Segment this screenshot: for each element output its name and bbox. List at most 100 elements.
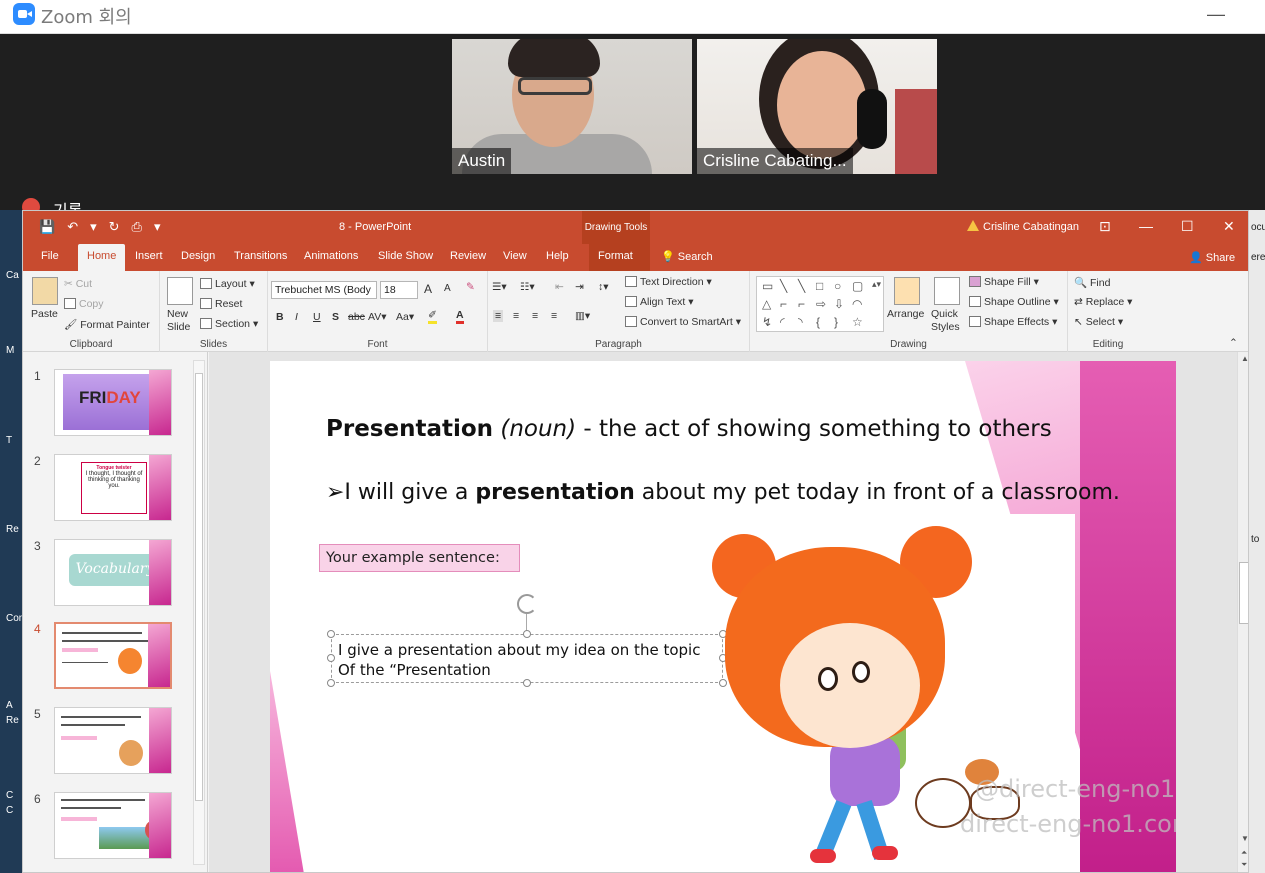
definition-line[interactable]: Presentation (noun) - the act of showing… — [326, 416, 1052, 442]
desktop-icon-label[interactable]: Ca — [6, 270, 19, 281]
layout-button[interactable]: Layout ▾ — [200, 278, 255, 290]
shape-outline-button[interactable]: Shape Outline ▾ — [969, 296, 1059, 308]
brace-shape-icon[interactable]: } — [834, 315, 838, 329]
tab-slide-show[interactable]: Slide Show — [378, 250, 433, 262]
undo-dropdown-icon[interactable]: ▾ — [90, 219, 97, 235]
tab-view[interactable]: View — [503, 250, 527, 262]
desktop-icon-label[interactable]: Re — [6, 524, 19, 535]
numbering-icon[interactable]: ☷▾ — [520, 281, 535, 293]
minimize-button[interactable]: — — [1139, 218, 1153, 234]
line-shape-icon[interactable]: ╲ — [780, 279, 787, 293]
example-line[interactable]: ➢I will give a presentation about my pet… — [326, 480, 1120, 505]
rectangle-shape-icon[interactable]: □ — [816, 279, 823, 293]
paste-icon[interactable] — [32, 277, 58, 305]
scroll-up-icon[interactable]: ▲ — [1241, 354, 1248, 363]
find-button[interactable]: 🔍 Find — [1074, 276, 1110, 289]
right-arrow-shape-icon[interactable]: ⇨ — [816, 297, 826, 311]
slide-thumbnail-1[interactable]: FRIDAY — [54, 369, 172, 436]
search-box[interactable]: 💡 Search — [661, 250, 713, 263]
align-left-icon[interactable]: ≡ — [493, 310, 504, 322]
text-direction-button[interactable]: Text Direction ▾ — [625, 276, 712, 288]
rounded-rect-shape-icon[interactable]: ▢ — [852, 279, 863, 293]
arc-shape-icon[interactable]: ◝ — [798, 315, 803, 329]
star-shape-icon[interactable]: ☆ — [852, 315, 863, 329]
video-tile-crisline[interactable]: Crisline Cabating... — [697, 39, 937, 174]
curve-shape-icon[interactable]: ◠ — [852, 297, 862, 311]
clear-formatting-icon[interactable]: ✎ — [466, 281, 475, 293]
tab-design[interactable]: Design — [181, 250, 215, 262]
character-spacing-button[interactable]: AV▾ — [368, 311, 387, 323]
align-text-button[interactable]: Align Text ▾ — [625, 296, 694, 308]
shape-effects-button[interactable]: Shape Effects ▾ — [969, 316, 1057, 328]
desktop-icon-label[interactable]: C — [6, 805, 13, 816]
tab-transitions[interactable]: Transitions — [234, 250, 287, 262]
select-button[interactable]: ↖ Select ▾ — [1074, 316, 1123, 328]
align-center-icon[interactable]: ≡ — [513, 310, 519, 322]
oval-shape-icon[interactable]: ○ — [834, 279, 841, 293]
triangle-shape-icon[interactable]: △ — [762, 297, 771, 311]
tab-insert[interactable]: Insert — [135, 250, 163, 262]
next-slide-icon[interactable]: ⏷ — [1241, 860, 1247, 870]
arrange-button[interactable]: Arrange — [887, 308, 924, 320]
change-case-button[interactable]: Aa▾ — [396, 311, 414, 323]
new-slide-icon[interactable] — [167, 277, 193, 305]
decrease-indent-icon[interactable]: ⇤ — [555, 281, 564, 293]
video-tile-austin[interactable]: Austin — [452, 39, 692, 174]
scroll-down-icon[interactable]: ▼ — [1241, 834, 1248, 843]
redo-icon[interactable]: ↻ — [109, 219, 120, 235]
italic-button[interactable]: I — [295, 311, 298, 323]
down-arrow-shape-icon[interactable]: ⇩ — [834, 297, 844, 311]
resize-handle[interactable] — [327, 630, 335, 638]
maximize-button[interactable]: ☐ — [1181, 218, 1194, 235]
copy-button[interactable]: Copy — [64, 298, 104, 310]
text-shadow-button[interactable]: S — [332, 311, 339, 323]
section-button[interactable]: Section ▾ — [200, 318, 258, 330]
font-color-icon[interactable]: A — [456, 309, 464, 324]
format-painter-button[interactable]: 🖌 Format Painter — [64, 318, 150, 331]
customize-qat-icon[interactable]: ▾ — [154, 219, 161, 235]
thumbnail-scrollbar[interactable] — [193, 360, 205, 865]
font-name-select[interactable]: Trebuchet MS (Body — [271, 281, 377, 299]
replace-button[interactable]: ⇄ Replace ▾ — [1074, 296, 1132, 308]
line-spacing-icon[interactable]: ↕▾ — [598, 281, 609, 293]
resize-handle[interactable] — [523, 630, 531, 638]
strikethrough-button[interactable]: abc — [348, 311, 365, 323]
share-button[interactable]: 👤 Share — [1189, 251, 1235, 264]
align-right-icon[interactable]: ≡ — [532, 310, 538, 322]
desktop-icon-label[interactable]: T — [6, 435, 12, 446]
resize-handle[interactable] — [719, 679, 727, 687]
tab-format[interactable]: Format — [589, 244, 650, 271]
gallery-scroll-icon[interactable]: ▴▾ — [872, 279, 881, 290]
shrink-font-button[interactable]: A — [444, 283, 451, 294]
line-shape-icon[interactable]: ╲ — [798, 279, 805, 293]
save-icon[interactable]: 💾 — [39, 219, 55, 235]
bold-button[interactable]: B — [276, 311, 284, 323]
brace-shape-icon[interactable]: { — [816, 315, 820, 329]
resize-handle[interactable] — [327, 654, 335, 662]
previous-slide-icon[interactable]: ⏶ — [1241, 848, 1247, 858]
columns-icon[interactable]: ▥▾ — [575, 310, 590, 322]
connector-shape-icon[interactable]: ⌐ — [780, 297, 787, 311]
tab-animations[interactable]: Animations — [304, 250, 358, 262]
cut-button[interactable]: ✂ Cut — [64, 278, 92, 290]
tab-home[interactable]: Home — [78, 244, 126, 271]
rotate-handle-icon[interactable] — [517, 594, 537, 614]
present-icon[interactable]: ⎙ — [132, 219, 142, 235]
slide-thumbnail-4[interactable] — [54, 622, 172, 689]
example-sentence-label[interactable]: Your example sentence: — [319, 544, 520, 572]
ribbon-display-options-icon[interactable]: ⊡ — [1099, 218, 1111, 235]
textbox-content[interactable]: I give a presentation about my idea on t… — [338, 640, 700, 680]
desktop-icon-label[interactable]: M — [6, 345, 14, 356]
close-button[interactable]: ✕ — [1223, 218, 1235, 235]
slide-vertical-scrollbar[interactable]: ▲ ▼ ⏶ ⏷ — [1237, 352, 1248, 872]
resize-handle[interactable] — [327, 679, 335, 687]
highlight-color-icon[interactable]: ✐ — [428, 309, 437, 324]
shapes-gallery[interactable]: ▭ ╲ ╲ □ ○ ▢ △ ⌐ ⌐ ⇨ ⇩ ◠ ↯ ◜ ◝ { } ☆ ▴▾ — [756, 276, 884, 332]
reset-button[interactable]: Reset — [200, 298, 242, 310]
resize-handle[interactable] — [523, 679, 531, 687]
textbox-shape-icon[interactable]: ▭ — [762, 279, 773, 293]
slide-thumbnail-3[interactable]: Vocabulary — [54, 539, 172, 606]
slide-thumbnail-6[interactable] — [54, 792, 172, 859]
undo-icon[interactable]: ↶ — [67, 219, 78, 235]
slide-thumbnail-2[interactable]: Tongue twister I thought, I thought of th… — [54, 454, 172, 521]
